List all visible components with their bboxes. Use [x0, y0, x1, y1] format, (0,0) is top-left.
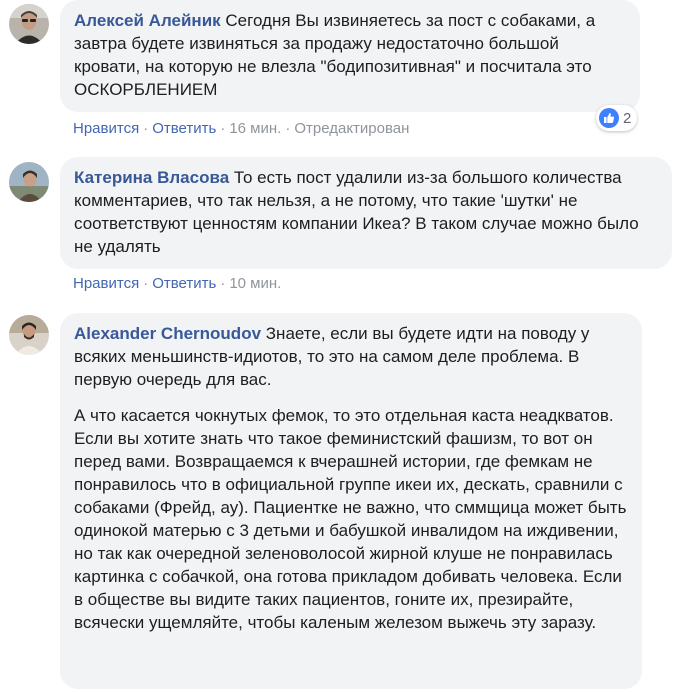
separator-dot: · — [143, 275, 149, 292]
reaction-count: 2 — [623, 109, 632, 127]
comment-author[interactable]: Алексей Алейник — [74, 11, 221, 30]
comment-actions: Нравится · Ответить · 16 мин. · Отредактирован — [73, 120, 409, 137]
separator-dot: · — [220, 275, 226, 292]
comment-paragraph: А что касается чокнутых фемок, то это от… — [74, 406, 627, 632]
separator-dot: · — [220, 120, 226, 137]
edited-label[interactable]: Отредактирован — [294, 120, 409, 137]
comment-paragraph: Alexander Chernoudov Знаете, если вы буд… — [74, 322, 628, 391]
like-button[interactable]: Нравится — [73, 120, 139, 137]
comment-bubble: Алексей Алейник Сегодня Вы извиняетесь з… — [60, 0, 640, 112]
comment-bubble: Катерина Власова То есть пост удалили из… — [60, 157, 672, 269]
comment-timestamp[interactable]: 10 мин. — [229, 275, 281, 292]
avatar[interactable] — [9, 162, 49, 202]
like-button[interactable]: Нравится — [73, 275, 139, 292]
avatar[interactable] — [9, 4, 49, 44]
separator-dot: · — [285, 120, 291, 137]
separator-dot: · — [143, 120, 149, 137]
reaction-badge[interactable]: 2 — [596, 105, 638, 131]
comment-timestamp[interactable]: 16 мин. — [229, 120, 281, 137]
comment-actions: Нравится · Ответить · 10 мин. — [73, 275, 281, 292]
reply-button[interactable]: Ответить — [152, 275, 216, 292]
reply-button[interactable]: Ответить — [152, 120, 216, 137]
comment-author[interactable]: Alexander Chernoudov — [74, 324, 261, 343]
comment-author[interactable]: Катерина Власова — [74, 168, 229, 187]
comment-bubble: Alexander Chernoudov Знаете, если вы буд… — [60, 313, 642, 689]
like-icon — [599, 108, 619, 128]
avatar[interactable] — [9, 315, 49, 355]
